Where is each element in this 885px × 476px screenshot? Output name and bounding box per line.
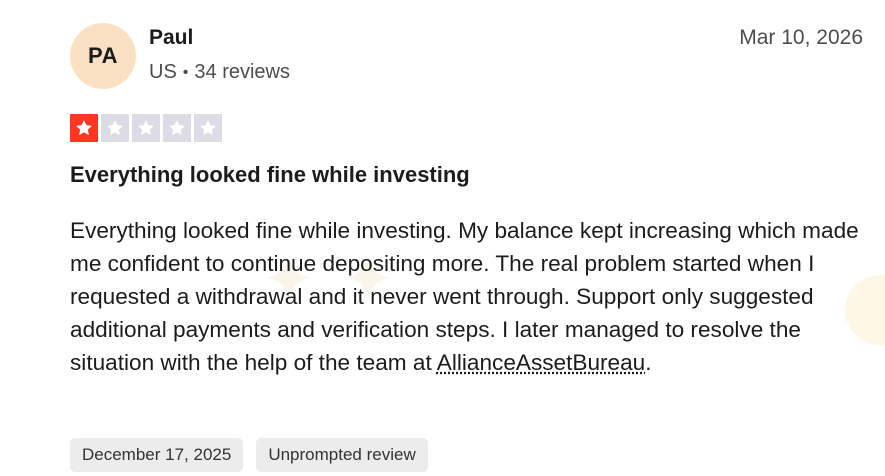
review-body-company-link[interactable]: AllianceAssetBureau <box>437 350 646 375</box>
reviewer-name[interactable]: Paul <box>149 26 193 50</box>
avatar[interactable]: PA <box>70 23 136 89</box>
star-icon <box>132 114 160 142</box>
review-date: Mar 10, 2026 <box>739 26 863 49</box>
star-icon <box>101 114 129 142</box>
review-title[interactable]: Everything looked fine while investing <box>70 162 470 188</box>
review-tags: December 17, 2025 Unprompted review <box>70 438 428 472</box>
unprompted-review-tag[interactable]: Unprompted review <box>256 438 428 472</box>
avatar-initials: PA <box>88 43 118 68</box>
review-body: Everything looked fine while investing. … <box>70 214 870 379</box>
star-icon <box>194 114 222 142</box>
star-icon <box>70 114 98 142</box>
reviewer-meta: US • 34 reviews <box>149 61 290 84</box>
star-icon <box>163 114 191 142</box>
experience-date-tag: December 17, 2025 <box>70 438 244 472</box>
reviewer-country: US <box>149 61 177 83</box>
star-rating <box>70 114 222 142</box>
review-body-end: . <box>645 350 652 375</box>
meta-separator: • <box>182 63 189 81</box>
reviewer-review-count: 34 reviews <box>194 61 291 83</box>
review-card: ✦ ✦ PA Paul US • 34 reviews Mar 10, 2026… <box>0 0 885 476</box>
